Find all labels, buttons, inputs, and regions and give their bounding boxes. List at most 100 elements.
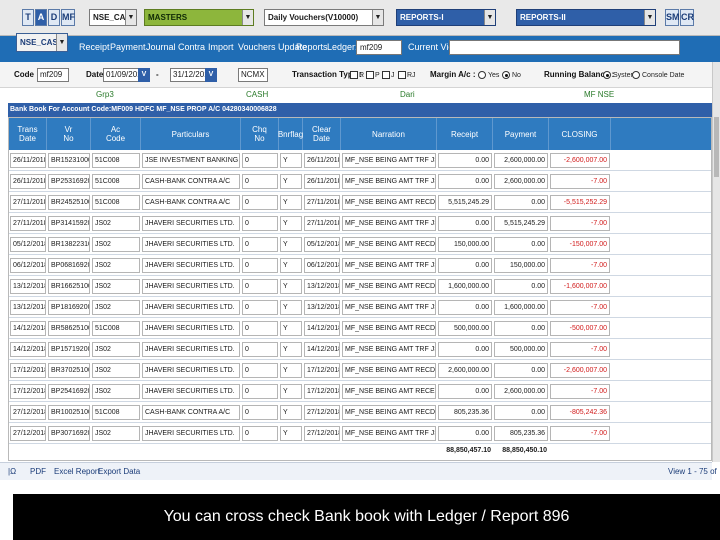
- running-system-radio[interactable]: [603, 71, 611, 79]
- menu-payment[interactable]: Payment: [110, 42, 146, 52]
- exchange-select[interactable]: NCMX: [238, 68, 268, 82]
- cell-payment: 2,600,000.00: [494, 174, 548, 189]
- cell-vr-no: BR245251002: [48, 195, 90, 210]
- table-row[interactable]: 27/12/2018BP307169200JS02JHAVERI SECURIT…: [9, 423, 711, 444]
- cell-vr-no: BP253169200: [48, 174, 90, 189]
- table-row[interactable]: 05/12/2018BR138223100JS02JHAVERI SECURIT…: [9, 234, 711, 255]
- top-button-sm[interactable]: SM: [665, 9, 680, 26]
- cell-payment: 0.00: [494, 405, 548, 420]
- menu-import[interactable]: Import: [208, 42, 234, 52]
- col-particulars[interactable]: Particulars: [141, 118, 241, 150]
- cell-chq-no: 0: [242, 279, 278, 294]
- cell-vr-no: BR1523100009: [48, 153, 90, 168]
- masters-select[interactable]: MASTERS ▼: [144, 9, 254, 26]
- top-button-d[interactable]: D: [48, 9, 60, 26]
- vouchers-select[interactable]: Daily Vouchers(V10000) ▼: [264, 9, 384, 26]
- cell-bnrflag: Y: [280, 405, 302, 420]
- cell-vr-no: BR586251002: [48, 321, 90, 336]
- col-vr-no[interactable]: Vr No: [47, 118, 91, 150]
- top-button-cr[interactable]: CR: [680, 9, 694, 26]
- cell-vr-no: BP307169200: [48, 426, 90, 441]
- margin-label: Margin A/c :: [430, 70, 476, 79]
- cell-receipt: 500,000.00: [438, 321, 492, 336]
- export-data-link[interactable]: Export Data: [98, 467, 140, 476]
- txn-type-p-checkbox[interactable]: [366, 71, 374, 79]
- top-button-a[interactable]: A: [35, 9, 47, 26]
- running-console-date-radio[interactable]: [632, 71, 640, 79]
- cell-particulars: CASH-BANK CONTRA A/C: [142, 174, 240, 189]
- col-closing[interactable]: CLOSING: [549, 118, 611, 150]
- col-narration[interactable]: Narration: [341, 118, 437, 150]
- cell-particulars: JHAVERI SECURITIES LTD.: [142, 321, 240, 336]
- code-input[interactable]: mf209: [37, 68, 69, 82]
- table-row[interactable]: 27/12/2018BR10025100251C008CASH-BANK CON…: [9, 402, 711, 423]
- margin-no-radio[interactable]: [502, 71, 510, 79]
- table-row[interactable]: 27/11/2018BP314159200JS02JHAVERI SECURIT…: [9, 213, 711, 234]
- cell-bnrflag: Y: [280, 195, 302, 210]
- menu-receipt[interactable]: Receipt: [79, 42, 110, 52]
- cell-receipt: 805,235.36: [438, 405, 492, 420]
- table-row[interactable]: 14/12/2018BP157192000JS02JHAVERI SECURIT…: [9, 339, 711, 360]
- top-button-t[interactable]: T: [22, 9, 34, 26]
- segment-select-top[interactable]: NSE_CASH ▼: [89, 9, 137, 26]
- current-view-input[interactable]: [449, 40, 680, 55]
- col-trans-date[interactable]: Trans Date: [9, 118, 47, 150]
- table-row[interactable]: 17/12/2018BP254169200JS02JHAVERI SECURIT…: [9, 381, 711, 402]
- table-row[interactable]: 13/12/2018BR166251002JS02JHAVERI SECURIT…: [9, 276, 711, 297]
- txn-type-rj-checkbox[interactable]: [398, 71, 406, 79]
- chevron-down-icon: ▼: [484, 10, 495, 25]
- col-clear-date[interactable]: Clear Date: [303, 118, 341, 150]
- txn-type-r-checkbox[interactable]: [350, 71, 358, 79]
- table-row[interactable]: 26/11/2018BP25316920051C008CASH-BANK CON…: [9, 171, 711, 192]
- date-to-input[interactable]: 31/12/2018: [170, 68, 206, 82]
- cell-vr-no: BP068169200: [48, 258, 90, 273]
- txn-type-rj-label: RJ: [407, 72, 416, 79]
- cell-trans-date: 17/12/2018: [10, 384, 46, 399]
- scrollbar-thumb[interactable]: [714, 117, 719, 177]
- col-receipt[interactable]: Receipt: [437, 118, 493, 150]
- menu-journal[interactable]: Journal: [146, 42, 176, 52]
- cell-vr-no: BP254169200: [48, 384, 90, 399]
- col-ac-code[interactable]: Ac Code: [91, 118, 141, 150]
- menu-reports[interactable]: Reports: [296, 42, 328, 52]
- group-row: Grp3 CASH Dari MF NSE: [8, 88, 712, 102]
- cell-trans-date: 13/12/2018: [10, 279, 46, 294]
- col-chq-no[interactable]: Chq No: [241, 118, 279, 150]
- col-payment[interactable]: Payment: [493, 118, 549, 150]
- reports1-select-value: REPORTS-I: [400, 13, 444, 22]
- cell-closing: -2,600,007.00: [550, 153, 610, 168]
- cell-chq-no: 0: [242, 384, 278, 399]
- reports2-select[interactable]: REPORTS-II ▼: [516, 9, 656, 26]
- margin-yes-radio[interactable]: [478, 71, 486, 79]
- segment-select-menu[interactable]: NSE_CASH ▼: [16, 33, 68, 52]
- table-row[interactable]: 14/12/2018BR58625100251C008JHAVERI SECUR…: [9, 318, 711, 339]
- cell-trans-date: 27/11/2018: [10, 195, 46, 210]
- cell-clear-date: 17/12/2018: [304, 384, 340, 399]
- table-row[interactable]: 13/12/2018BP181692000JS02JHAVERI SECURIT…: [9, 297, 711, 318]
- cell-ac-code: 51C008: [92, 321, 140, 336]
- table-row[interactable]: 17/12/2018BR370251002JS02JHAVERI SECURIT…: [9, 360, 711, 381]
- date-to-picker-button[interactable]: V: [205, 68, 217, 82]
- reports1-select[interactable]: REPORTS-I ▼: [396, 9, 496, 26]
- cell-ac-code: JS02: [92, 363, 140, 378]
- cell-receipt: 2,600,000.00: [438, 363, 492, 378]
- cell-receipt: 1,600,000.00: [438, 279, 492, 294]
- vertical-scrollbar[interactable]: [712, 62, 720, 462]
- txn-type-j-checkbox[interactable]: [382, 71, 390, 79]
- export-pdf-link[interactable]: PDF: [30, 467, 46, 476]
- cell-bnrflag: Y: [280, 300, 302, 315]
- cell-ac-code: JS02: [92, 300, 140, 315]
- cell-bnrflag: Y: [280, 426, 302, 441]
- menu-contra[interactable]: Contra: [178, 42, 205, 52]
- table-row[interactable]: 27/11/2018BR24525100251C008CASH-BANK CON…: [9, 192, 711, 213]
- table-row[interactable]: 26/11/2018BR152310000951C008JSE INVESTME…: [9, 150, 711, 171]
- date-from-picker-button[interactable]: V: [138, 68, 150, 82]
- table-row[interactable]: 06/12/2018BP068169200JS02JHAVERI SECURIT…: [9, 255, 711, 276]
- ledger-input[interactable]: mf209: [356, 40, 402, 55]
- group-mf-nse: MF NSE: [584, 90, 615, 99]
- col-bnrflag[interactable]: Bnrflag: [278, 118, 303, 150]
- excel-report-link[interactable]: Excel Report: [54, 467, 100, 476]
- date-from-input[interactable]: 01/09/2018: [103, 68, 139, 82]
- top-button-mf[interactable]: MF: [61, 9, 75, 26]
- cell-particulars: JHAVERI SECURITIES LTD.: [142, 237, 240, 252]
